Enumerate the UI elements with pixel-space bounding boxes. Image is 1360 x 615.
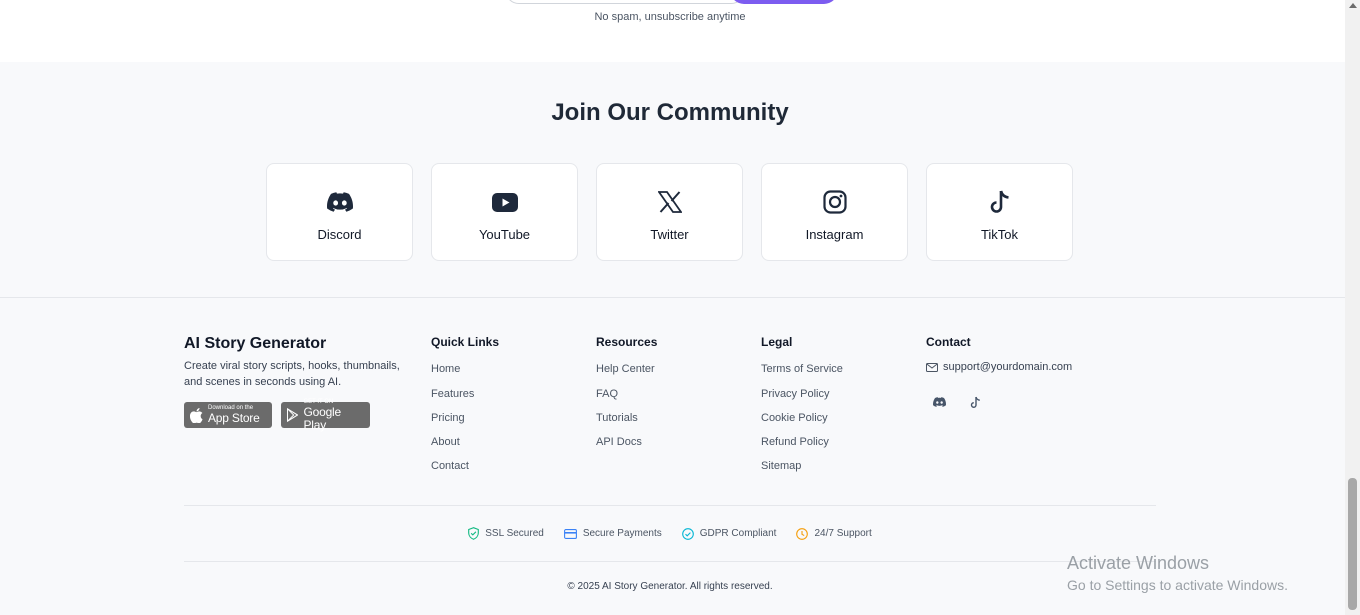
footer-link-privacy[interactable]: Privacy Policy xyxy=(761,388,829,400)
badge-gdpr: GDPR Compliant xyxy=(681,527,776,540)
footer-discord-link[interactable] xyxy=(931,394,947,410)
google-play-icon xyxy=(287,408,299,422)
google-play-button[interactable]: GET IT ON Google Play xyxy=(281,399,370,431)
apple-icon xyxy=(190,407,203,423)
instagram-icon xyxy=(762,188,907,216)
discord-icon xyxy=(267,188,412,216)
page-scrollbar[interactable] xyxy=(1345,0,1360,615)
app-store-button[interactable]: Download on the App Store xyxy=(184,402,272,428)
scrollbar-thumb[interactable] xyxy=(1348,478,1357,610)
legal-title: Legal xyxy=(761,335,793,349)
community-section: Join Our Community Discord YouTube Twitt… xyxy=(0,62,1345,298)
no-spam-note: No spam, unsubscribe anytime xyxy=(594,11,746,23)
subscribe-button[interactable] xyxy=(730,0,838,4)
footer-link-tutorials[interactable]: Tutorials xyxy=(596,412,638,424)
footer-brand-description: Create viral story scripts, hooks, thumb… xyxy=(184,360,400,388)
youtube-icon xyxy=(432,188,577,216)
community-card-label: TikTok xyxy=(980,227,1019,242)
windows-activation-watermark: Activate Windows Go to Settings to activ… xyxy=(1067,553,1288,593)
tiktok-icon xyxy=(970,396,980,408)
discord-icon xyxy=(932,397,946,407)
community-card-tiktok[interactable]: TikTok xyxy=(926,163,1073,261)
clock-icon xyxy=(796,527,809,540)
credit-card-icon xyxy=(563,528,577,539)
footer-divider xyxy=(184,561,1156,562)
community-card-label: Discord xyxy=(317,227,362,242)
footer-brand-title: AI Story Generator xyxy=(184,335,327,352)
footer-link-home[interactable]: Home xyxy=(431,363,460,375)
footer-link-faq[interactable]: FAQ xyxy=(596,388,618,400)
tiktok-icon xyxy=(927,188,1072,216)
footer-link-api-docs[interactable]: API Docs xyxy=(596,436,642,448)
community-card-instagram[interactable]: Instagram xyxy=(761,163,908,261)
community-card-label: Instagram xyxy=(805,227,864,242)
footer-link-terms[interactable]: Terms of Service xyxy=(761,363,843,375)
quick-links-title: Quick Links xyxy=(431,335,500,349)
check-circle-icon xyxy=(681,527,694,540)
footer-link-sitemap[interactable]: Sitemap xyxy=(761,460,801,472)
contact-email-text: support@yourdomain.com xyxy=(943,361,1073,373)
community-title: Join Our Community xyxy=(551,99,789,126)
contact-email-link[interactable]: support@yourdomain.com xyxy=(926,361,1072,373)
community-card-twitter[interactable]: Twitter xyxy=(596,163,743,261)
community-card-label: YouTube xyxy=(478,227,531,242)
newsletter-section: No spam, unsubscribe anytime xyxy=(0,0,1345,62)
trust-badges: SSL Secured Secure Payments GDPR Complia… xyxy=(0,527,1340,540)
footer-link-cookie[interactable]: Cookie Policy xyxy=(761,412,828,424)
footer-link-about[interactable]: About xyxy=(431,436,460,448)
footer-link-help-center[interactable]: Help Center xyxy=(596,363,655,375)
community-card-youtube[interactable]: YouTube xyxy=(431,163,578,261)
community-card-discord[interactable]: Discord xyxy=(266,163,413,261)
resources-title: Resources xyxy=(596,335,658,349)
scroll-up-arrow-icon[interactable] xyxy=(1349,3,1357,8)
footer-link-refund[interactable]: Refund Policy xyxy=(761,436,829,448)
footer-link-features[interactable]: Features xyxy=(431,388,474,400)
community-card-label: Twitter xyxy=(650,227,689,242)
contact-title: Contact xyxy=(926,335,971,349)
shield-check-icon xyxy=(468,527,480,540)
footer-divider xyxy=(184,505,1156,506)
mail-icon xyxy=(926,362,938,372)
badge-support: 24/7 Support xyxy=(796,527,872,540)
badge-ssl: SSL Secured xyxy=(468,527,544,540)
footer-link-pricing[interactable]: Pricing xyxy=(431,412,465,424)
footer-link-contact[interactable]: Contact xyxy=(431,460,469,472)
footer-tiktok-link[interactable] xyxy=(967,394,983,410)
badge-secure-payments: Secure Payments xyxy=(563,527,662,540)
x-twitter-icon xyxy=(597,188,742,216)
newsletter-email-input[interactable] xyxy=(505,0,745,4)
